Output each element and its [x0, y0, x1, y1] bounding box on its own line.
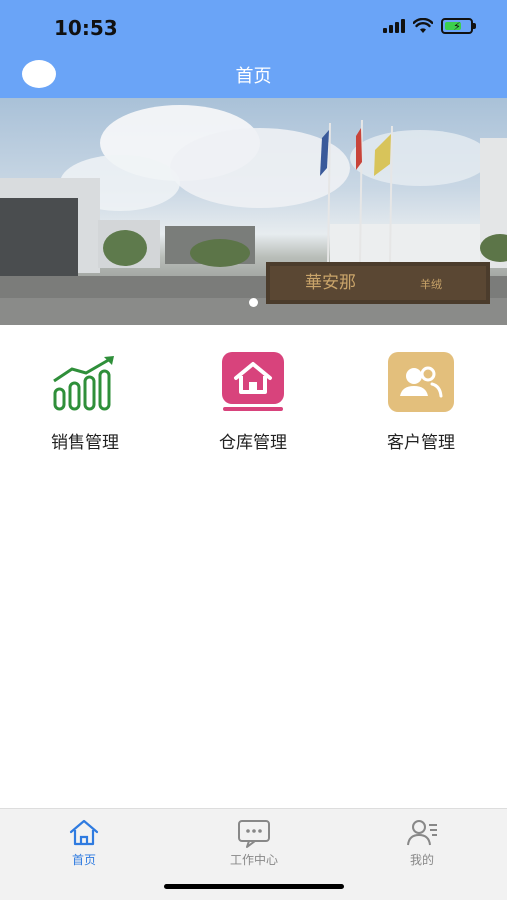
status-time: 10:53 [54, 16, 118, 40]
user-icon [407, 820, 437, 846]
tab-home-label: 首页 [71, 853, 96, 867]
gate-sign-text-2: 羊绒 [420, 277, 442, 291]
tab-work-center[interactable]: 工作中心 [194, 817, 314, 868]
banner-carousel[interactable]: 華安那 羊绒 [0, 98, 507, 325]
customer-management-label: 客户管理 [387, 433, 455, 453]
tab-home[interactable]: 首页 [24, 817, 144, 868]
tab-work-center-label: 工作中心 [229, 853, 278, 867]
battery-icon: ⚡ [441, 18, 476, 34]
top-header: 10:53 ⚡ 首页 [0, 0, 507, 98]
home-icon [69, 819, 99, 846]
cellular-signal-icon [383, 19, 405, 33]
sales-chart-icon [50, 348, 120, 418]
page-title: 首页 [235, 66, 272, 87]
home-indicator[interactable] [164, 884, 344, 889]
gate-sign-text: 華安那 [305, 273, 356, 293]
sales-management-button[interactable]: 销售管理 [15, 330, 155, 453]
warehouse-house-icon [218, 348, 288, 418]
carousel-dot[interactable] [249, 298, 258, 307]
tab-mine[interactable]: 我的 [362, 817, 482, 868]
tab-mine-label: 我的 [409, 853, 434, 867]
customer-people-icon [386, 348, 456, 418]
chat-icon [238, 820, 270, 848]
warehouse-management-button[interactable]: 仓库管理 [183, 330, 323, 453]
customer-management-button[interactable]: 客户管理 [351, 330, 491, 453]
quick-actions: 销售管理 仓库管理 客户管理 [0, 330, 507, 453]
warehouse-management-label: 仓库管理 [219, 433, 287, 453]
wifi-icon [413, 18, 433, 33]
status-icons: ⚡ [383, 18, 476, 34]
banner-photo: 華安那 羊绒 [0, 105, 507, 325]
sales-management-label: 销售管理 [51, 433, 119, 453]
